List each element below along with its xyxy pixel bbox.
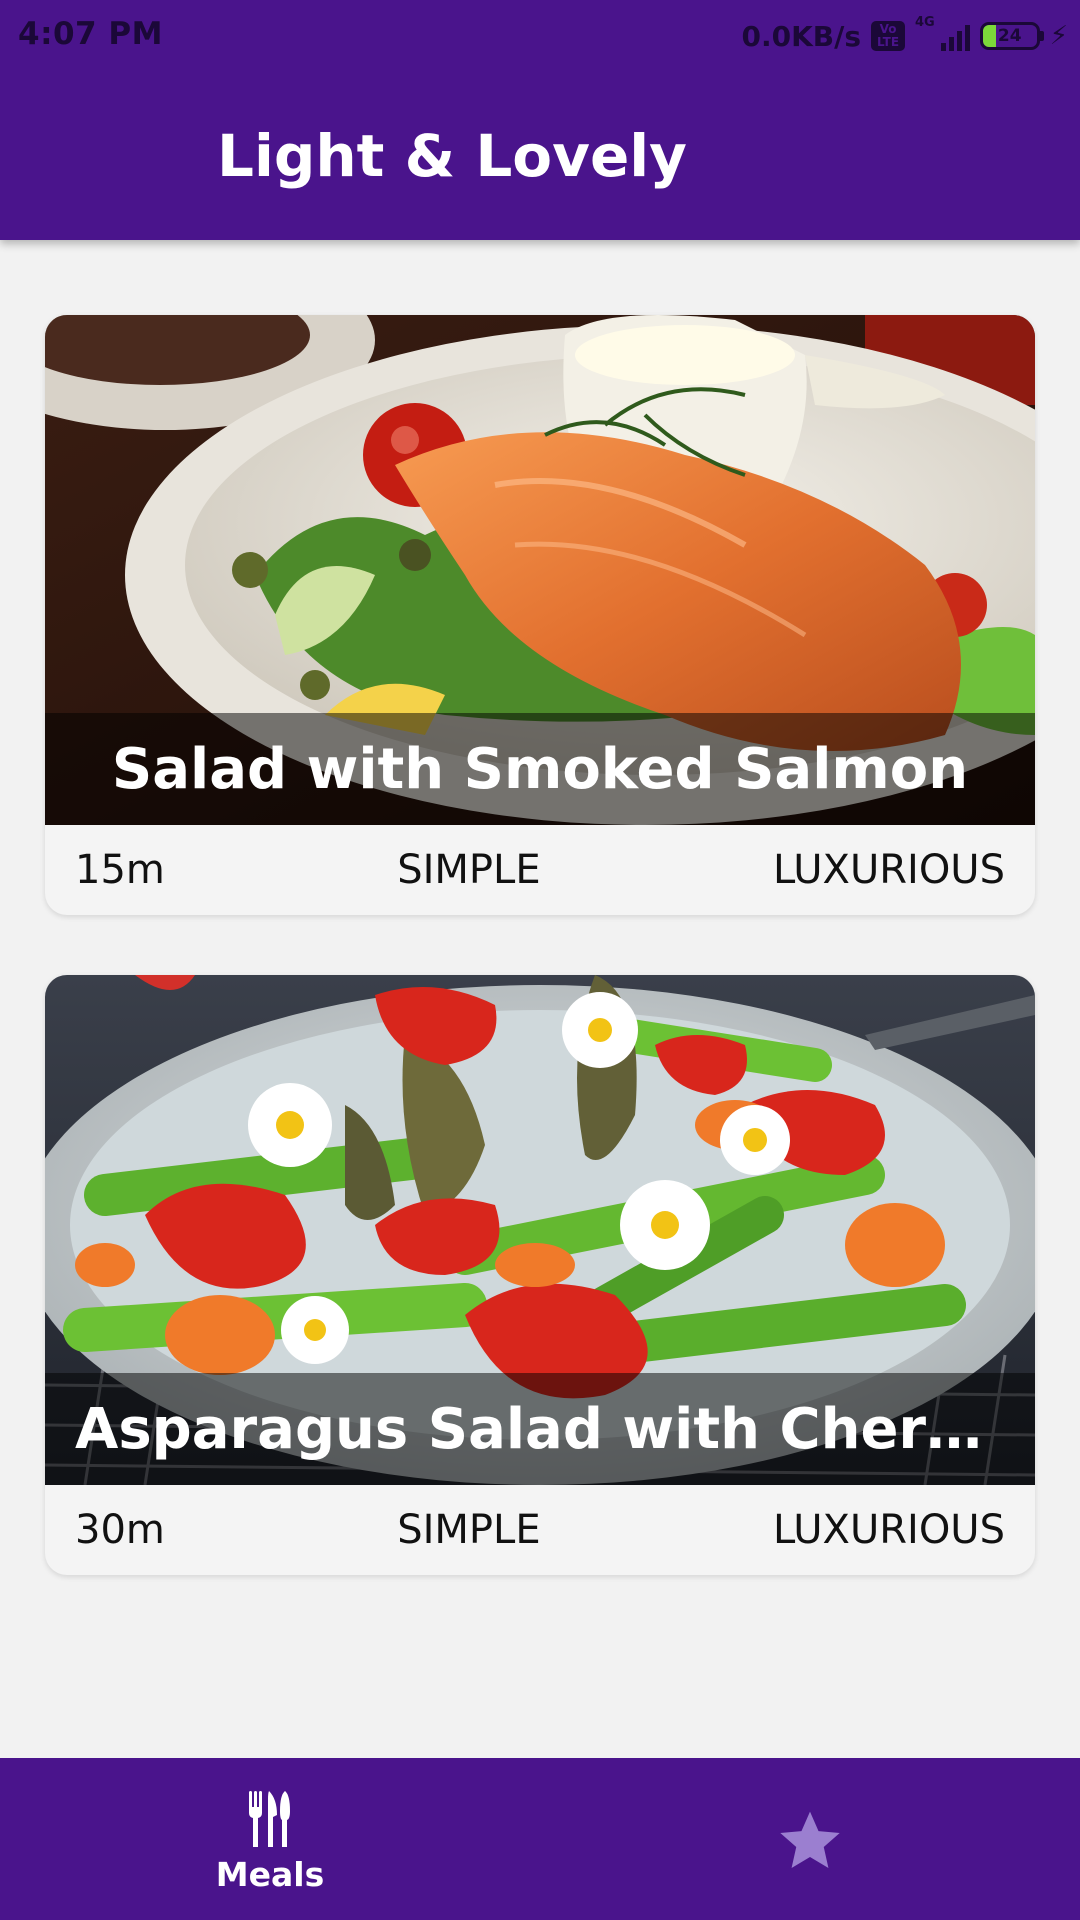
meal-title-band: Salad with Smoked Salmon: [45, 713, 1035, 825]
network-type: 4G: [915, 15, 935, 30]
meal-duration: 15m: [75, 847, 165, 893]
battery-level: 24: [997, 26, 1022, 46]
meal-title-band: Asparagus Salad with Cherry...: [45, 1373, 1035, 1485]
meal-affordability: LUXURIOUS: [772, 847, 1005, 893]
signal-icon: [940, 21, 970, 51]
app-bar: 4:07 PM 0.0KB/s Vo LTE 4G 24 ⚡︎ Light & …: [0, 0, 1080, 240]
tab-favorites[interactable]: [540, 1758, 1080, 1920]
status-bar: 4:07 PM 0.0KB/s Vo LTE 4G 24 ⚡︎: [0, 0, 1080, 72]
meal-image: Salad with Smoked Salmon: [45, 315, 1035, 825]
tab-meals-label: Meals: [215, 1854, 325, 1894]
status-icons: 0.0KB/s Vo LTE 4G 24 ⚡︎: [741, 16, 1068, 56]
tab-meals[interactable]: Meals: [0, 1758, 540, 1920]
meal-card-salmon[interactable]: Salad with Smoked Salmon 15m SIMPLE LUXU…: [45, 315, 1035, 915]
meal-card-asparagus[interactable]: Asparagus Salad with Cherry... 30m SIMPL…: [45, 975, 1035, 1575]
network-speed: 0.0KB/s: [741, 19, 862, 53]
meal-affordability: LUXURIOUS: [772, 1507, 1005, 1553]
cutlery-icon: [249, 1790, 290, 1847]
volte-icon: Vo LTE: [871, 21, 906, 51]
page-title: Light & Lovely: [217, 122, 687, 190]
meal-title: Salad with Smoked Salmon: [111, 736, 969, 802]
battery-icon: 24: [979, 22, 1044, 50]
meal-complexity: SIMPLE: [397, 847, 541, 893]
meal-duration: 30m: [75, 1507, 165, 1553]
charging-icon: ⚡︎: [1049, 21, 1068, 51]
status-time: 4:07 PM: [18, 16, 163, 52]
meal-image: Asparagus Salad with Cherry...: [45, 975, 1035, 1485]
star-icon: [780, 1811, 840, 1868]
bottom-navigation: Meals: [0, 1758, 1080, 1920]
meal-complexity: SIMPLE: [397, 1507, 541, 1553]
meal-details: 30m SIMPLE LUXURIOUS: [45, 1485, 1035, 1575]
meal-details: 15m SIMPLE LUXURIOUS: [45, 825, 1035, 915]
meal-title: Asparagus Salad with Cherry...: [75, 1396, 1005, 1462]
